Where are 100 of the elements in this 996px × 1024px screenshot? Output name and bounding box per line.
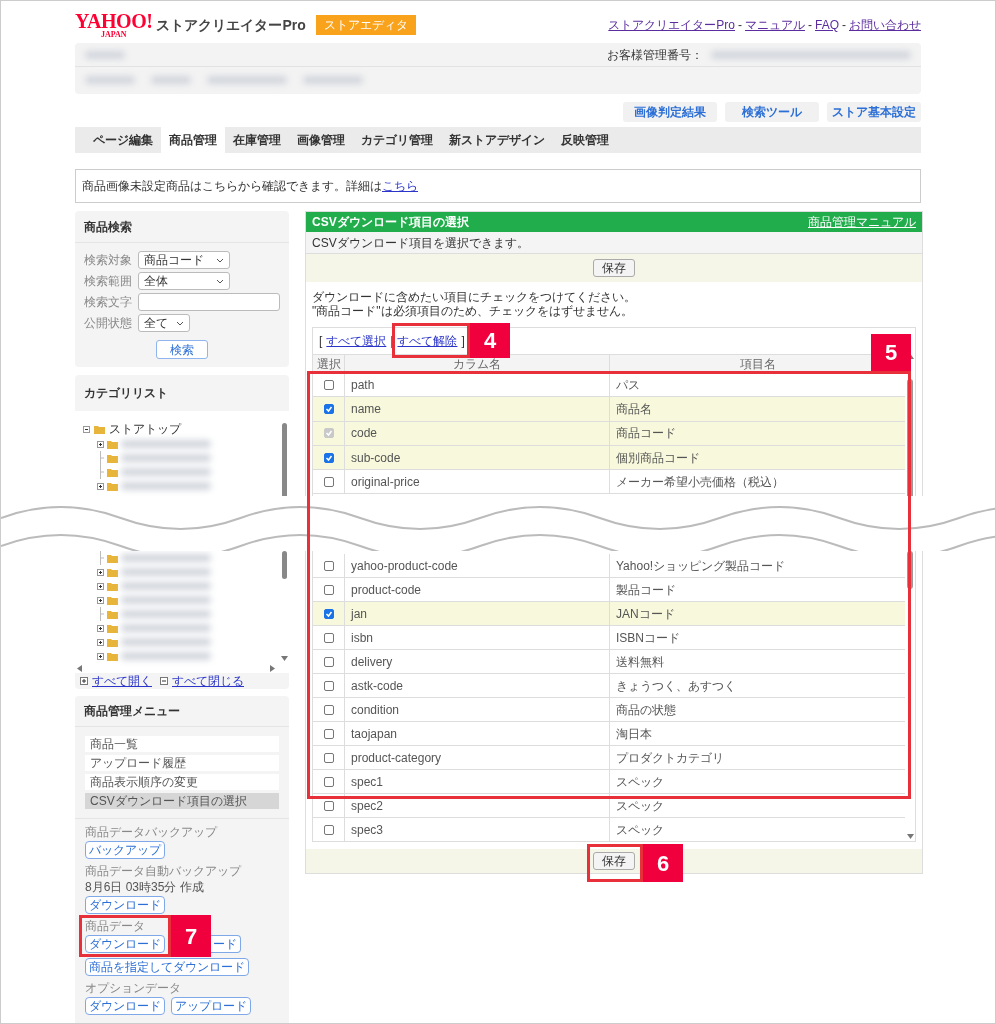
folder-icon — [107, 567, 118, 577]
input-field[interactable] — [138, 293, 280, 311]
checkbox[interactable] — [323, 752, 334, 763]
expand-icon[interactable] — [97, 582, 104, 590]
select-field[interactable]: 商品コード — [138, 251, 230, 269]
table-cell-text: JANコード — [616, 605, 675, 623]
folder-icon — [107, 595, 118, 605]
action-button[interactable]: 商品を指定してダウンロード — [85, 958, 249, 976]
action-button[interactable]: ダウンロード — [85, 896, 165, 914]
table-cell-text: path — [351, 376, 375, 394]
step-badge: 4 — [470, 323, 510, 358]
table-cell-text: isbn — [351, 629, 373, 647]
checkbox[interactable] — [323, 403, 334, 414]
table-cell-text: spec2 — [351, 797, 384, 815]
scroll-right-icon[interactable] — [270, 664, 275, 672]
action-button[interactable]: ード — [210, 935, 241, 953]
folder-icon — [107, 637, 118, 647]
deselect-all-link[interactable]: すべて解除 — [397, 332, 458, 350]
tool-button[interactable]: 検索ツール — [725, 102, 819, 122]
table-cell-text: Yahoo!ショッピング製品コード — [616, 557, 786, 575]
tab[interactable]: ページ編集 — [85, 127, 161, 153]
field-label: 検索範囲 — [84, 273, 132, 290]
folder-icon — [107, 623, 118, 633]
tab[interactable]: 反映管理 — [553, 127, 617, 153]
action-button[interactable]: ダウンロード — [85, 935, 165, 953]
tool-button[interactable]: ストア基本設定 — [827, 102, 921, 122]
checkbox[interactable] — [323, 800, 334, 811]
checkbox[interactable] — [323, 656, 334, 667]
section-label: 商品データバックアップ — [85, 825, 217, 839]
action-button[interactable]: ダウンロード — [85, 997, 165, 1015]
scroll-down-icon[interactable] — [280, 656, 288, 661]
expand-icon[interactable] — [97, 596, 104, 604]
menu-item[interactable]: 商品表示順序の変更 — [85, 774, 279, 790]
collapse-all-link[interactable]: すべて閉じる — [172, 672, 244, 690]
chevron-down-icon — [216, 257, 224, 263]
checkbox[interactable] — [323, 476, 334, 487]
expand-icon[interactable] — [97, 568, 104, 576]
tab[interactable]: 新ストアデザイン — [441, 127, 553, 153]
checkbox[interactable] — [323, 776, 334, 787]
expand-icon[interactable] — [97, 638, 104, 646]
search-button[interactable]: 検索 — [156, 340, 208, 359]
expand-all-link[interactable]: すべて開く — [92, 672, 152, 690]
table-cell-text: 製品コード — [616, 581, 676, 599]
scrollbar-thumb[interactable] — [281, 551, 287, 579]
menu-item[interactable]: アップロード履歴 — [85, 755, 279, 771]
menu-item[interactable]: 商品一覧 — [85, 736, 279, 752]
instruction-text: ダウンロードに含めたい項目にチェックをつけてください。 — [312, 290, 637, 304]
checkbox[interactable] — [323, 824, 334, 835]
save-button[interactable]: 保存 — [593, 852, 635, 870]
select-all-link[interactable]: すべて選択 — [326, 332, 387, 350]
checkbox[interactable] — [323, 680, 334, 691]
tab[interactable]: カテゴリ管理 — [353, 127, 441, 153]
save-button[interactable]: 保存 — [593, 259, 635, 277]
expand-icon[interactable] — [97, 624, 104, 632]
checkbox[interactable] — [323, 704, 334, 715]
header-link[interactable]: お問い合わせ — [849, 16, 921, 34]
table-cell-text: product-code — [351, 581, 422, 599]
checkbox[interactable] — [323, 379, 334, 390]
checkbox[interactable] — [323, 632, 334, 643]
editor-badge: ストアエディタ — [315, 15, 416, 35]
tab[interactable]: 在庫管理 — [225, 127, 289, 153]
table-cell-text: code — [351, 425, 378, 443]
notice-link[interactable]: こちら — [382, 179, 418, 193]
expand-icon[interactable] — [97, 652, 104, 660]
panel-title: 商品検索 — [84, 218, 132, 236]
select-field[interactable]: 全て — [138, 314, 190, 332]
separator-text: - — [738, 17, 742, 34]
checkbox[interactable] — [323, 584, 334, 595]
table-cell-text: スペック — [616, 821, 664, 839]
collapse-icon[interactable] — [83, 425, 90, 433]
header-link[interactable]: マニュアル — [745, 16, 805, 34]
chevron-down-icon — [176, 320, 184, 326]
highlight-frame — [587, 844, 643, 882]
table-cell-text: astk-code — [351, 677, 404, 695]
tab[interactable]: 商品管理 — [161, 127, 225, 153]
scroll-down-icon[interactable] — [906, 834, 914, 839]
tree-label[interactable]: ストアトップ — [109, 420, 181, 438]
action-button[interactable]: バックアップ — [85, 841, 165, 859]
blurred-text — [85, 76, 135, 84]
panel-title: 商品管理メニュー — [84, 703, 180, 720]
tool-button[interactable]: 画像判定結果 — [623, 102, 717, 122]
checkbox[interactable] — [323, 728, 334, 739]
checkbox[interactable] — [323, 608, 334, 619]
folder-icon — [107, 467, 118, 477]
table-cell-text: スペック — [616, 773, 664, 791]
select-field[interactable]: 全体 — [138, 272, 230, 290]
tab[interactable]: 画像管理 — [289, 127, 353, 153]
step-badge: 7 — [171, 915, 211, 957]
chevron-down-icon — [216, 278, 224, 284]
checkbox[interactable] — [323, 452, 334, 463]
instruction-text: "商品コード"は必須項目のため、チェックをはずせません。 — [312, 304, 634, 318]
header-link[interactable]: ストアクリエイターPro — [608, 16, 735, 34]
section-label: 商品データ自動バックアップ — [85, 864, 241, 878]
menu-item[interactable]: CSVダウンロード項目の選択 — [85, 793, 279, 809]
expand-icon[interactable] — [97, 482, 104, 490]
scroll-left-icon[interactable] — [77, 664, 82, 672]
header-link[interactable]: FAQ — [815, 16, 839, 34]
action-button[interactable]: アップロード — [171, 997, 251, 1015]
expand-icon[interactable] — [97, 440, 104, 448]
checkbox[interactable] — [323, 560, 334, 571]
